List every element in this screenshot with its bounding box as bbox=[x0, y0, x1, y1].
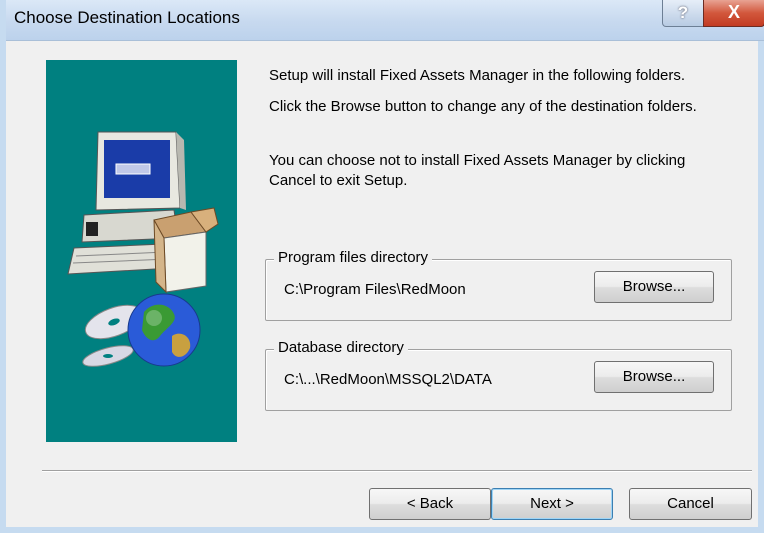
cancel-button[interactable]: Cancel bbox=[629, 488, 752, 520]
database-browse-button[interactable]: Browse... bbox=[594, 361, 714, 393]
program-files-label: Program files directory bbox=[274, 249, 433, 266]
button-separator bbox=[42, 470, 752, 472]
program-browse-button[interactable]: Browse... bbox=[594, 271, 714, 303]
open-box-icon bbox=[153, 207, 219, 294]
program-files-group: Program files directory C:\Program Files… bbox=[265, 249, 732, 321]
close-icon: X bbox=[727, 2, 740, 22]
help-button[interactable]: ? bbox=[662, 0, 704, 27]
install-info-text: Setup will install Fixed Assets Manager … bbox=[269, 67, 686, 84]
database-group: Database directory C:\...\RedMoon\MSSQL2… bbox=[265, 339, 732, 411]
title-bar[interactable]: Choose Destination Locations ? X bbox=[6, 0, 764, 41]
help-icon: ? bbox=[677, 3, 689, 22]
setup-illustration bbox=[67, 131, 219, 367]
close-button[interactable]: X bbox=[703, 0, 764, 27]
back-button[interactable]: < Back bbox=[369, 488, 491, 520]
setup-dialog: Choose Destination Locations ? X Setup w… bbox=[0, 0, 764, 533]
database-label: Database directory bbox=[274, 339, 408, 356]
setup-illustration-panel bbox=[46, 60, 237, 442]
globe-icon bbox=[127, 293, 201, 367]
database-path: C:\...\RedMoon\MSSQL2\DATA bbox=[284, 371, 492, 388]
next-button[interactable]: Next > bbox=[491, 488, 613, 520]
program-files-path: C:\Program Files\RedMoon bbox=[284, 281, 466, 298]
cancel-info-text-line2: Cancel to exit Setup. bbox=[269, 172, 408, 189]
window-title: Choose Destination Locations bbox=[14, 8, 240, 27]
cancel-info-text-line1: You can choose not to install Fixed Asse… bbox=[269, 152, 686, 169]
browse-info-text: Click the Browse button to change any of… bbox=[269, 98, 697, 115]
